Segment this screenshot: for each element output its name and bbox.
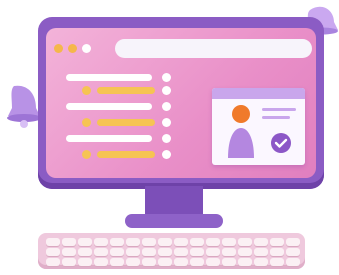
text-line <box>97 151 155 158</box>
keyboard-key <box>158 258 172 266</box>
bullet-dot <box>162 86 171 95</box>
text-line <box>66 103 152 110</box>
profile-card <box>212 88 305 165</box>
keyboard-key <box>238 238 252 246</box>
text-line <box>97 119 155 126</box>
keyboard-key <box>286 248 300 256</box>
keyboard-key <box>110 258 124 266</box>
keyboard-key <box>286 238 300 246</box>
keyboard-key <box>206 258 220 266</box>
keyboard-key <box>46 248 60 256</box>
keyboard-key <box>126 248 140 256</box>
window-dot <box>68 44 77 53</box>
bullet-dot <box>82 150 91 159</box>
user-icon <box>228 105 254 158</box>
keyboard-key <box>222 238 236 246</box>
card-titlebar <box>212 88 305 99</box>
keyboard-key <box>62 248 76 256</box>
keyboard-key <box>94 258 108 266</box>
keyboard-key <box>46 238 60 246</box>
keyboard-key <box>46 258 60 266</box>
bullet-dot <box>162 118 171 127</box>
bullet-dot <box>162 102 171 111</box>
keyboard-key <box>78 238 92 246</box>
keyboard-key <box>142 258 156 266</box>
keyboard <box>38 233 305 269</box>
computer-illustration <box>0 0 339 275</box>
keyboard-key <box>110 248 124 256</box>
keyboard-key <box>190 238 204 246</box>
keyboard-key <box>94 238 108 246</box>
keyboard-key <box>238 248 252 256</box>
keyboard-key <box>254 258 268 266</box>
text-line <box>66 74 152 81</box>
keyboard-key <box>158 248 172 256</box>
text-line <box>66 135 152 142</box>
keyboard-key <box>142 248 156 256</box>
keyboard-key <box>62 238 76 246</box>
monitor-base <box>125 214 223 228</box>
keyboard-key <box>254 238 268 246</box>
text-line <box>262 108 296 111</box>
keyboard-key <box>222 248 236 256</box>
keyboard-key <box>270 248 284 256</box>
keyboard-key <box>222 258 236 266</box>
keyboard-key <box>158 238 172 246</box>
window-dot <box>82 44 91 53</box>
text-line <box>262 116 290 119</box>
bullet-dot <box>82 118 91 127</box>
bullet-dot <box>162 73 171 82</box>
keyboard-key <box>62 258 76 266</box>
bullet-dot <box>82 86 91 95</box>
keyboard-key <box>110 238 124 246</box>
bullet-dot <box>162 150 171 159</box>
text-line <box>97 87 155 94</box>
check-icon <box>271 133 291 153</box>
keyboard-key <box>190 248 204 256</box>
keyboard-key <box>206 238 220 246</box>
keyboard-key <box>142 238 156 246</box>
window-dot <box>54 44 63 53</box>
keyboard-key <box>270 258 284 266</box>
keyboard-key <box>94 248 108 256</box>
keyboard-key <box>174 258 188 266</box>
keyboard-key <box>126 258 140 266</box>
keyboard-key <box>78 258 92 266</box>
keyboard-key <box>190 258 204 266</box>
bullet-dot <box>162 134 171 143</box>
keyboard-key <box>270 238 284 246</box>
keyboard-key <box>206 248 220 256</box>
keyboard-key <box>286 258 300 266</box>
keyboard-key <box>174 248 188 256</box>
keyboard-key <box>78 248 92 256</box>
address-bar <box>115 39 312 58</box>
keyboard-key <box>174 238 188 246</box>
keyboard-key <box>254 248 268 256</box>
keyboard-key <box>126 238 140 246</box>
keyboard-key <box>238 258 252 266</box>
